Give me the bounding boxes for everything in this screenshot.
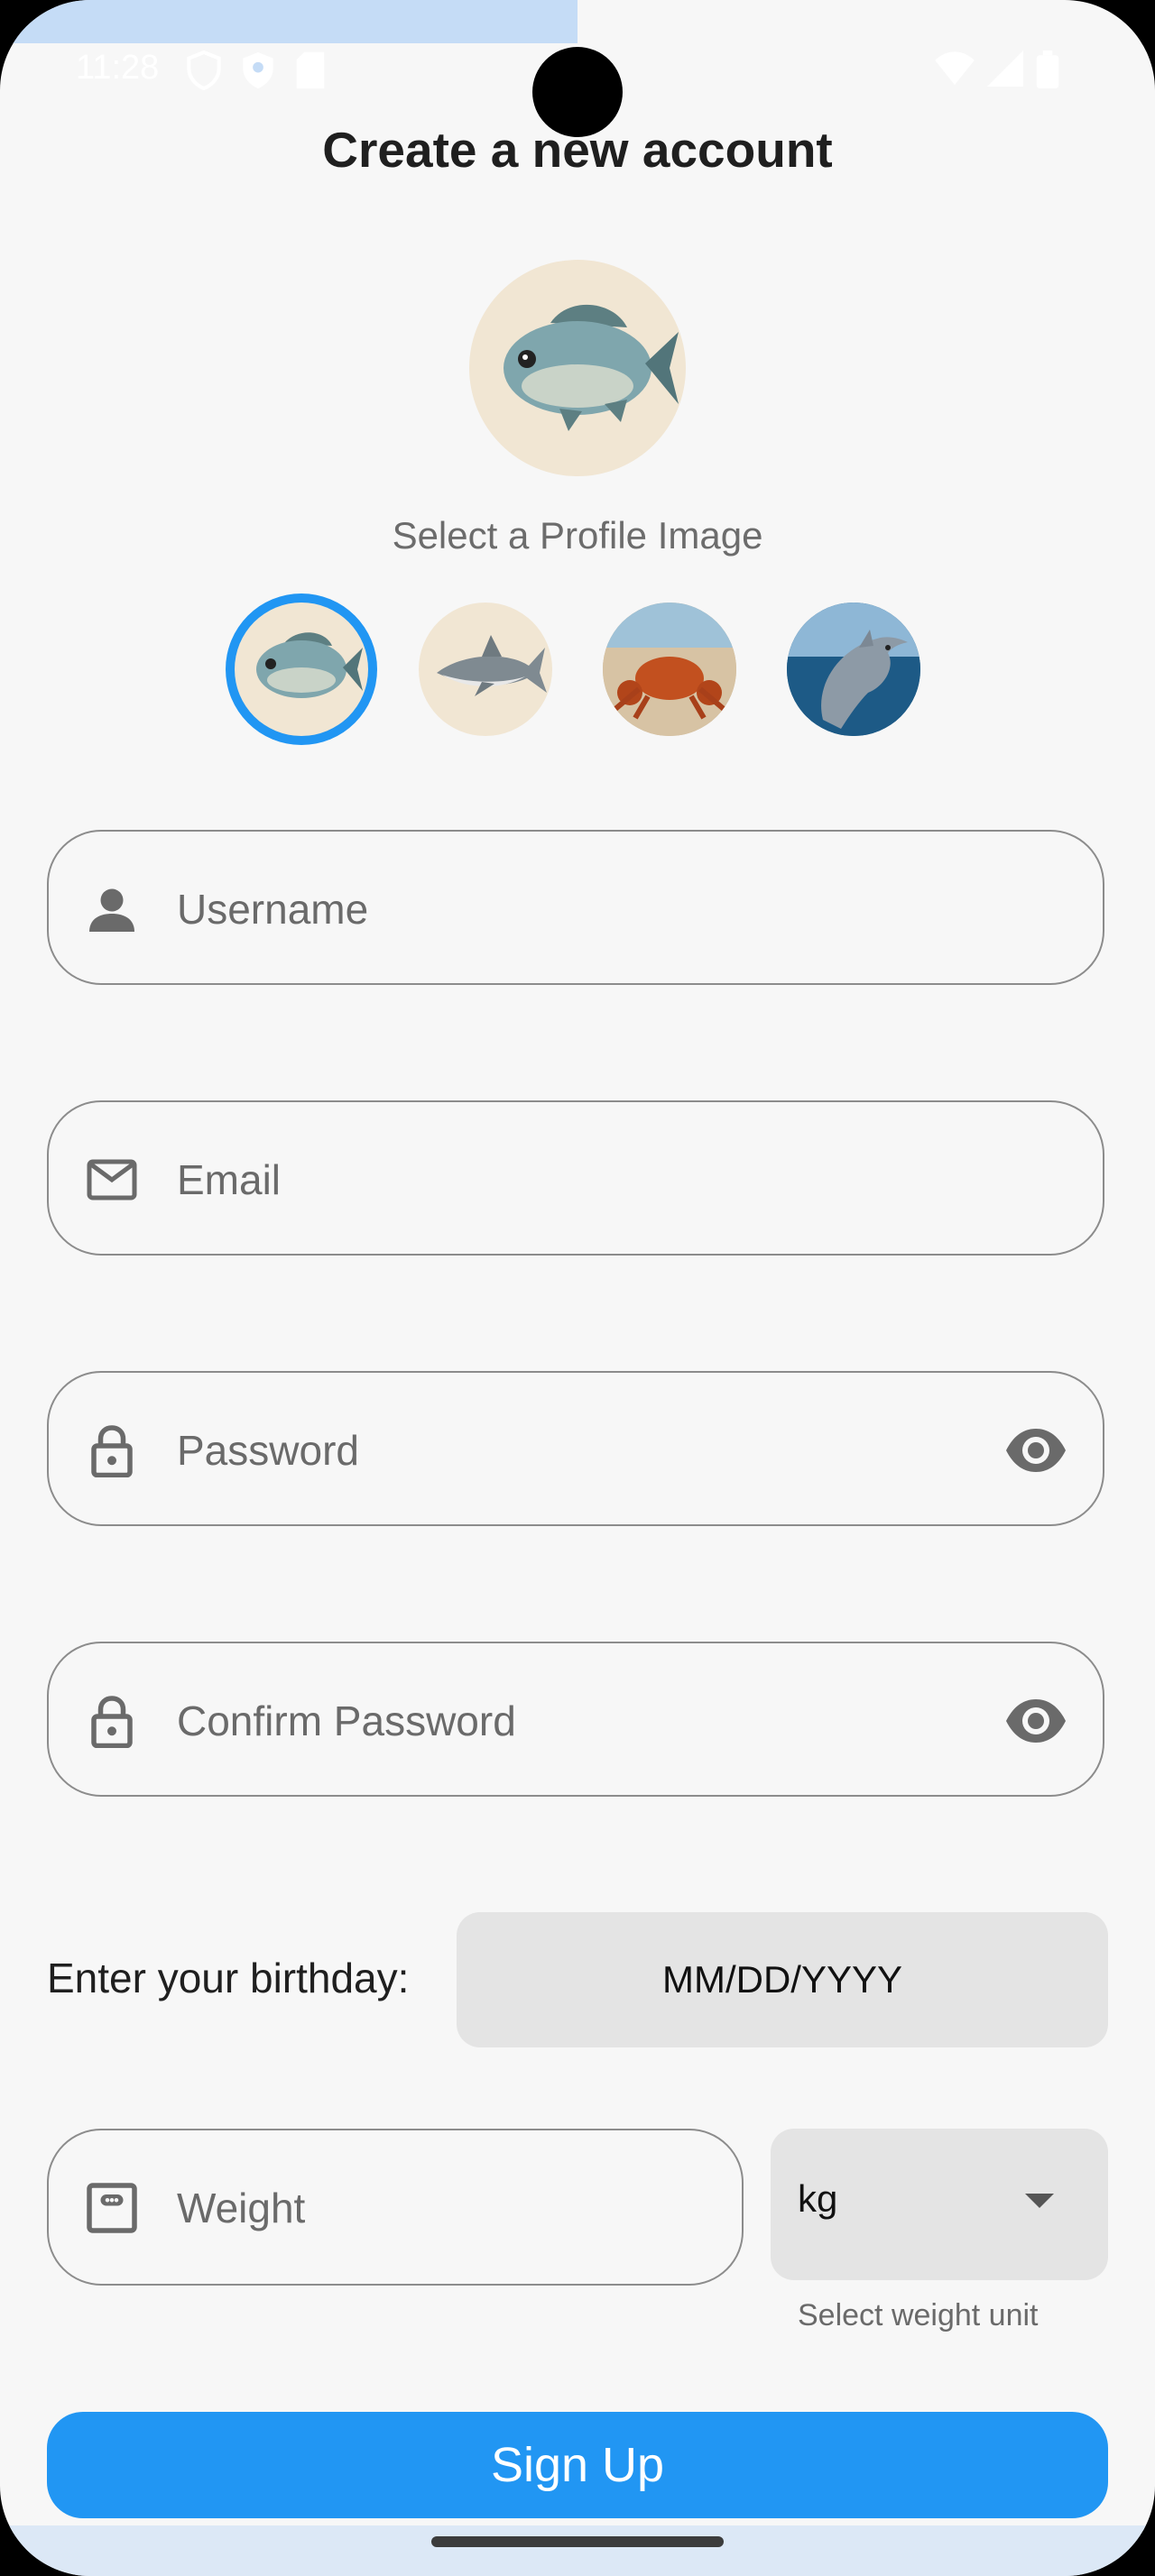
username-placeholder: Username [177,886,369,933]
sign-up-button[interactable]: Sign Up [47,2412,1108,2518]
battery-icon [1036,51,1059,88]
status-icons-left [186,51,327,90]
birthday-date-button[interactable]: MM/DD/YYYY [457,1912,1108,2047]
profile-option-shark[interactable] [419,603,552,736]
shield-icon [187,51,221,90]
status-icons-right [935,51,1059,88]
email-field[interactable]: Email [47,1100,1104,1256]
visibility-toggle-icon[interactable] [1003,1694,1068,1748]
app-screen: 11:28 Create a new account Select a Prof… [0,0,1155,2576]
password-placeholder: Password [177,1427,359,1474]
crab-thumb-icon [603,603,736,736]
fish-thumb-icon [256,632,363,698]
signal-icon [987,51,1023,87]
visibility-toggle-icon[interactable] [1003,1423,1068,1477]
status-bar-tint [0,0,578,43]
sd-card-icon [296,51,325,89]
weight-field[interactable]: Weight [47,2129,744,2286]
home-indicator[interactable] [431,2536,724,2547]
page-title: Create a new account [322,122,833,178]
shark-thumb-icon [437,635,547,696]
username-field[interactable]: Username [47,830,1104,985]
confirm-password-field[interactable]: Confirm Password [47,1642,1104,1797]
lock-icon [91,1425,133,1477]
status-time: 11:28 [76,49,160,87]
lock-icon [91,1696,133,1748]
weight-unit-select[interactable]: kg [771,2129,1108,2280]
profile-avatar [469,260,686,476]
weight-unit-helper: Select weight unit [798,2298,1039,2332]
person-icon [89,888,134,932]
scale-icon [87,2183,137,2233]
weight-unit-value: kg [798,2177,838,2220]
birthday-label: Enter your birthday: [47,1955,410,2001]
profile-option-dolphin[interactable] [787,603,920,736]
profile-option-fish[interactable] [235,603,368,736]
mail-icon [87,1159,137,1201]
profile-option-crab[interactable] [603,603,736,736]
confirm-password-placeholder: Confirm Password [177,1697,516,1744]
password-field[interactable]: Password [47,1371,1104,1526]
fish-illustration [504,304,679,431]
email-placeholder: Email [177,1156,282,1203]
navigation-bar-tint [0,2525,1155,2576]
dropdown-arrow-icon [1025,2194,1054,2208]
select-profile-label: Select a Profile Image [392,514,763,557]
weight-placeholder: Weight [177,2185,306,2231]
location-shield-icon [243,52,273,88]
dolphin-thumb-icon [787,603,920,736]
wifi-icon [935,51,975,86]
